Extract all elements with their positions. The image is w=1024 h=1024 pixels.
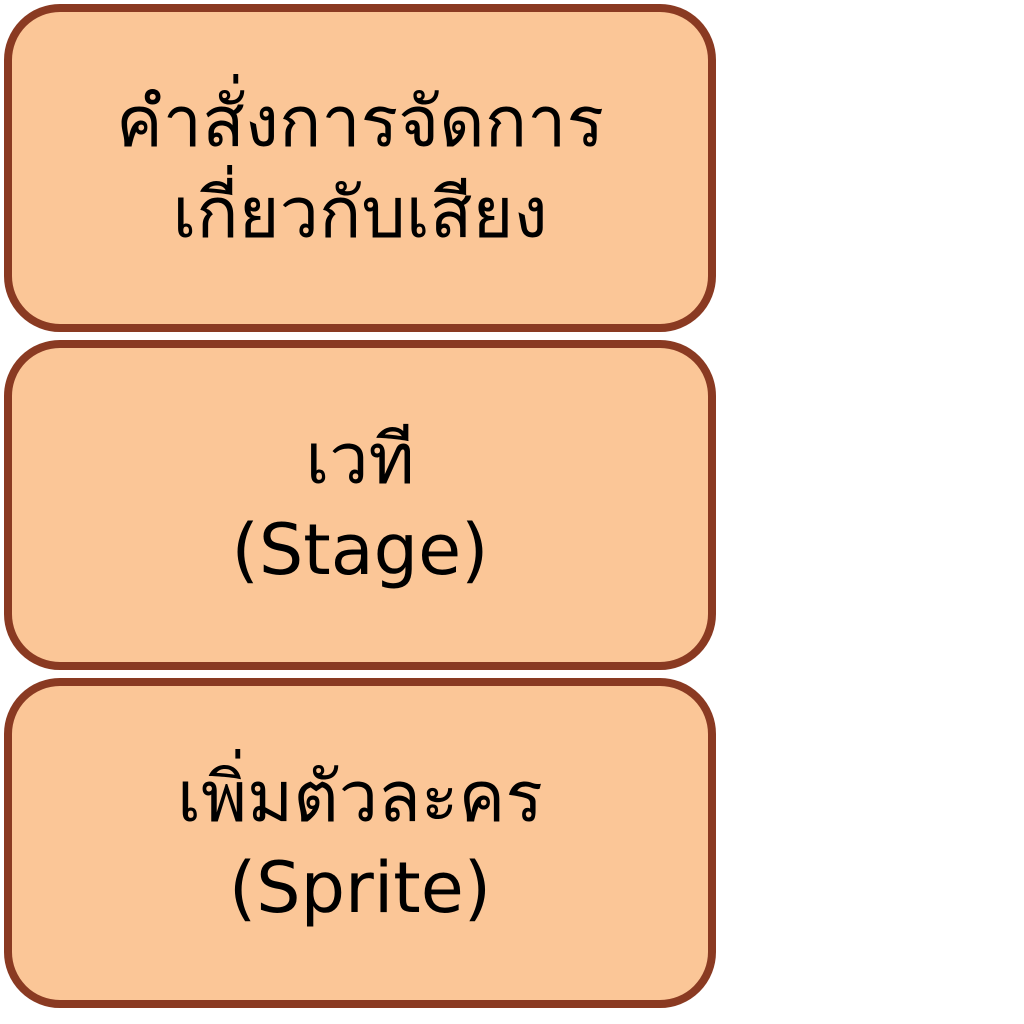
stage-button[interactable]: เวที (Stage) <box>4 340 716 670</box>
sound-commands-label-line1: คำสั่งการจัดการ <box>115 81 605 163</box>
add-sprite-label-line2: (Sprite) <box>228 847 492 929</box>
add-sprite-button[interactable]: เพิ่มตัวละคร (Sprite) <box>4 678 716 1008</box>
stage-label-line1: เวที <box>305 418 415 500</box>
sound-commands-label-line2: เกี่ยวกับเสียง <box>172 172 548 254</box>
sound-commands-button[interactable]: คำสั่งการจัดการ เกี่ยวกับเสียง <box>4 4 716 332</box>
add-sprite-label-line1: เพิ่มตัวละคร <box>177 756 543 838</box>
page: คำสั่งการจัดการ เกี่ยวกับเสียง เวที (Sta… <box>0 0 1024 1024</box>
stage-label-line2: (Stage) <box>231 509 489 591</box>
